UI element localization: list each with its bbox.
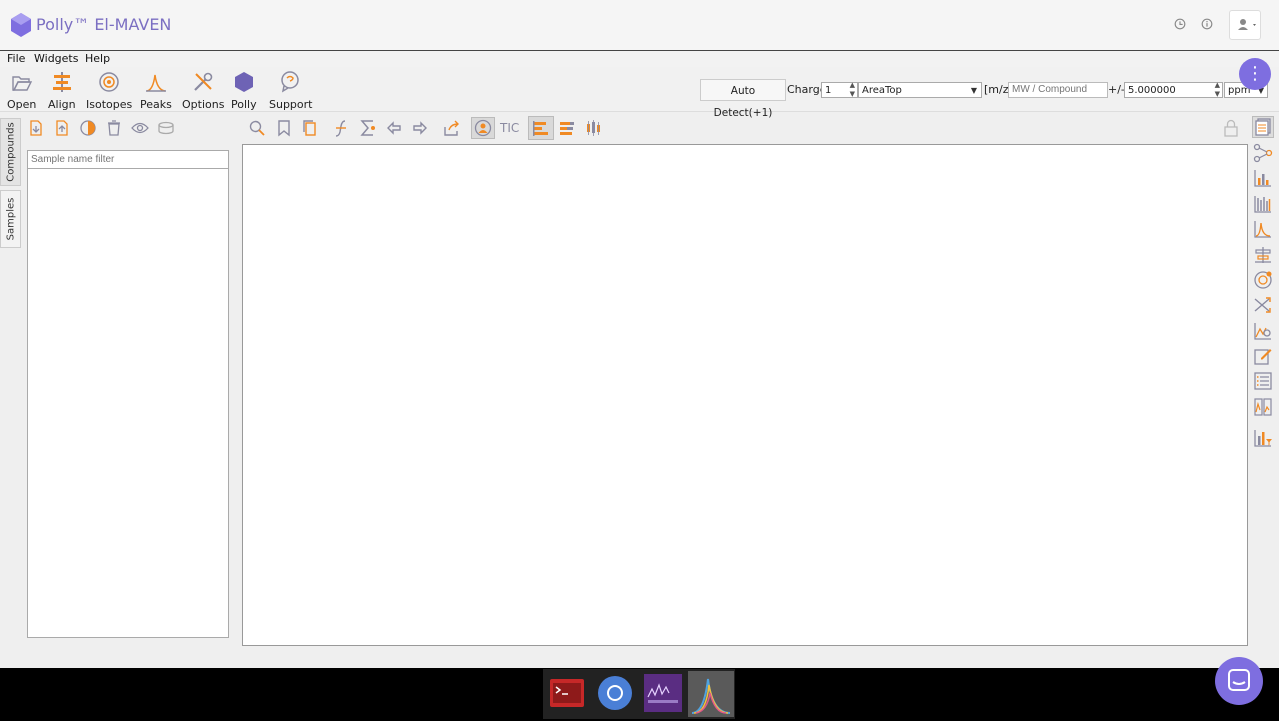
title-bar: [0, 0, 1279, 51]
polly-icon: [234, 72, 253, 92]
elmaven-app-icon[interactable]: [688, 671, 734, 717]
bar-chart-icon[interactable]: [1252, 167, 1274, 189]
polly-logo-icon: [10, 12, 32, 38]
tab-samples[interactable]: Samples: [0, 190, 21, 248]
arrow-right-icon[interactable]: [410, 118, 430, 138]
tolerance-spinbox[interactable]: 5.000000 ▲ ▼: [1124, 81, 1223, 98]
shuffle-icon[interactable]: [1252, 294, 1274, 316]
proteowizard-app-icon[interactable]: [643, 673, 683, 713]
history-icon[interactable]: [1172, 16, 1188, 32]
align-chart-icon[interactable]: [1252, 244, 1274, 266]
support-button[interactable]: Support: [269, 70, 312, 111]
tab-compounds[interactable]: Compounds: [0, 118, 21, 186]
mz-compound-input[interactable]: [1008, 82, 1108, 98]
filter-chart-icon[interactable]: [1252, 427, 1274, 449]
polly-label: Polly: [231, 98, 257, 111]
align-icon: [52, 72, 71, 92]
options-button[interactable]: Options: [182, 70, 224, 111]
barcode-chart-icon[interactable]: [1252, 193, 1274, 215]
isotope-widget-icon[interactable]: [1252, 269, 1274, 291]
edit-notes-icon[interactable]: [1252, 345, 1274, 367]
share-icon[interactable]: [442, 118, 462, 138]
more-options-button[interactable]: ⋮: [1239, 58, 1271, 90]
stacked-bars-icon[interactable]: [557, 118, 577, 138]
peak-chart-icon[interactable]: [1252, 218, 1274, 240]
user-menu-button[interactable]: [1229, 10, 1261, 40]
zoom-search-icon[interactable]: [247, 118, 267, 138]
eic-plot-area[interactable]: [242, 144, 1248, 646]
integrate-icon[interactable]: [332, 118, 352, 138]
open-button[interactable]: Open: [7, 70, 36, 111]
peaks-label: Peaks: [140, 98, 172, 111]
kebab-menu-icon: ⋮: [1246, 63, 1264, 84]
support-label: Support: [269, 98, 313, 111]
support-icon: [280, 71, 299, 93]
folder-open-icon: [11, 76, 32, 91]
tab-samples-label: Samples: [5, 197, 16, 241]
info-icon[interactable]: [1199, 16, 1215, 32]
auto-detect-button[interactable]: Auto Detect(+1): [700, 79, 786, 119]
menu-bar: [0, 51, 1279, 67]
menu-help[interactable]: Help: [85, 52, 110, 65]
chevron-down-icon: ▼: [970, 86, 977, 95]
sum-icon[interactable]: [358, 118, 378, 138]
comparison-chart-icon[interactable]: [1252, 396, 1274, 418]
peaks-icon: [145, 74, 166, 92]
tic-button[interactable]: TIC: [500, 121, 519, 135]
network-icon[interactable]: [1252, 142, 1274, 164]
options-icon: [194, 72, 213, 91]
align-button[interactable]: Align: [48, 70, 76, 111]
quant-type-select[interactable]: AreaTop ▼: [858, 82, 982, 98]
charge-spinbox[interactable]: 1 ▲ ▼: [821, 81, 858, 98]
polly-button[interactable]: Polly: [231, 70, 257, 111]
user-icon: [1238, 19, 1256, 30]
tolerance-value: 5.000000: [1128, 85, 1176, 96]
chat-icon: [1228, 669, 1250, 691]
align-label: Align: [48, 98, 76, 111]
arrow-left-icon[interactable]: [384, 118, 404, 138]
list-icon[interactable]: [1252, 370, 1274, 392]
terminal-app-icon[interactable]: [547, 673, 587, 713]
sample-table-icon[interactable]: [1252, 116, 1274, 138]
sample-list[interactable]: [27, 168, 229, 638]
tab-compounds-label: Compounds: [5, 122, 16, 182]
boxplot-icon[interactable]: [583, 118, 603, 138]
isotopes-icon: [99, 72, 119, 92]
copy-icon[interactable]: [300, 118, 320, 138]
charge-value: 1: [825, 85, 832, 96]
sample-name-filter-input[interactable]: [27, 150, 229, 169]
tolerance-label: +/-: [1108, 83, 1125, 96]
bookmark-icon[interactable]: [274, 118, 294, 138]
spin-arrows-icon: ▲ ▼: [849, 81, 855, 98]
isotopes-label: Isotopes: [86, 98, 133, 111]
chromium-app-icon[interactable]: [595, 673, 635, 713]
peaks-button[interactable]: Peaks: [140, 70, 172, 111]
bar-left-align-icon[interactable]: [528, 116, 554, 140]
menu-widgets[interactable]: Widgets: [34, 52, 78, 65]
app-title: Polly™ El-MAVEN: [36, 15, 172, 34]
open-label: Open: [7, 98, 37, 111]
options-label: Options: [182, 98, 225, 111]
menu-file[interactable]: File: [7, 52, 25, 65]
user-focus-icon[interactable]: [471, 117, 495, 139]
chat-support-button[interactable]: [1215, 657, 1263, 705]
spin-arrows-icon: ▲ ▼: [1214, 81, 1220, 98]
quant-type-value: AreaTop: [862, 85, 902, 96]
spectrum-search-icon[interactable]: [1252, 320, 1274, 342]
isotopes-button[interactable]: Isotopes: [86, 70, 132, 111]
lock-icon[interactable]: [1221, 118, 1241, 138]
